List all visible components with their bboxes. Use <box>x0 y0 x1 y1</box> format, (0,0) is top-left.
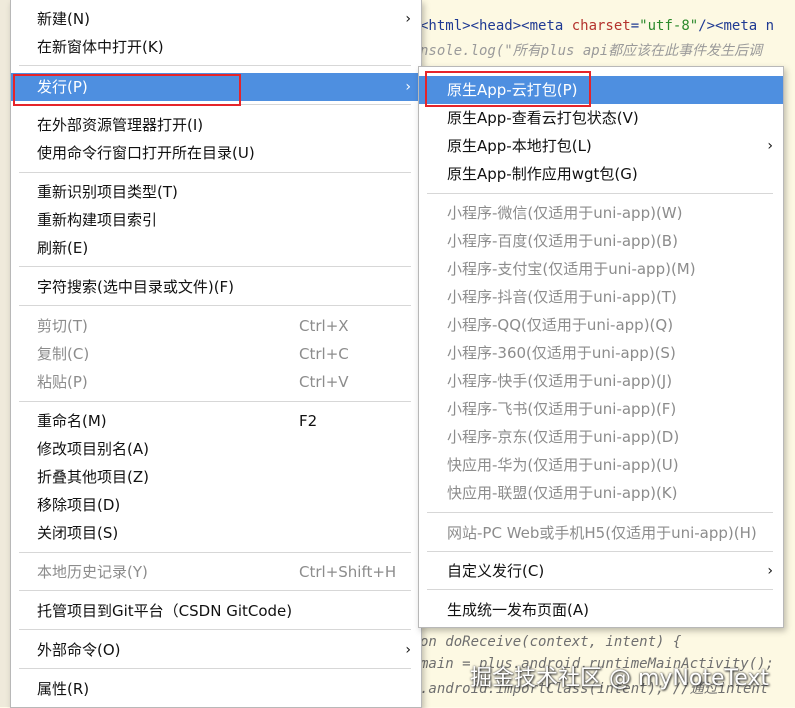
left-gutter <box>0 0 10 707</box>
menu-item-label: 粘贴(P) <box>37 373 88 391</box>
menu-item-shortcut: Ctrl+X <box>299 317 349 335</box>
code-tag: <html><head><meta <box>420 18 572 34</box>
menu-item-collapse-others[interactable]: 折叠其他项目(Z) <box>11 463 421 491</box>
submenu-item-mp-qq[interactable]: 小程序-QQ(仅适用于uni-app)(Q) <box>419 311 783 339</box>
menu-item-label: 发行(P) <box>37 78 88 96</box>
submenu-item-mp-douyin[interactable]: 小程序-抖音(仅适用于uni-app)(T) <box>419 283 783 311</box>
menu-item-new[interactable]: 新建(N) › <box>11 5 421 33</box>
menu-item-label: 自定义发行(C) <box>447 562 545 580</box>
submenu-item-custom-publish[interactable]: 自定义发行(C) › <box>419 557 783 585</box>
menu-item-reidentify-type[interactable]: 重新识别项目类型(T) <box>11 178 421 206</box>
chevron-right-icon: › <box>405 11 411 27</box>
menu-item-label: 本地历史记录(Y) <box>37 563 148 581</box>
submenu-item-web-h5[interactable]: 网站-PC Web或手机H5(仅适用于uni-app)(H) <box>419 519 783 547</box>
menu-separator <box>427 551 773 552</box>
menu-item-shortcut: F2 <box>299 412 318 430</box>
menu-item-close-project[interactable]: 关闭项目(S) <box>11 519 421 547</box>
menu-item-copy[interactable]: 复制(C) Ctrl+C <box>11 340 421 368</box>
menu-item-char-search[interactable]: 字符搜索(选中目录或文件)(F) <box>11 273 421 301</box>
menu-item-external-command[interactable]: 外部命令(O) › <box>11 636 421 664</box>
code-eq: = <box>630 18 640 34</box>
chevron-right-icon: › <box>767 563 773 579</box>
submenu-item-cloud-pack-status[interactable]: 原生App-查看云打包状态(V) <box>419 104 783 132</box>
watermark: 掘金技术社区 @ myNoteText <box>470 666 770 691</box>
submenu-item-mp-baidu[interactable]: 小程序-百度(仅适用于uni-app)(B) <box>419 227 783 255</box>
chevron-right-icon: › <box>405 79 411 95</box>
submenu-item-mp-feishu[interactable]: 小程序-飞书(仅适用于uni-app)(F) <box>419 395 783 423</box>
menu-item-rename[interactable]: 重命名(M) F2 <box>11 407 421 435</box>
publish-submenu: 原生App-云打包(P) 原生App-查看云打包状态(V) 原生App-本地打包… <box>418 66 784 628</box>
menu-separator <box>427 193 773 194</box>
submenu-item-mp-weixin[interactable]: 小程序-微信(仅适用于uni-app)(W) <box>419 199 783 227</box>
project-context-menu: 新建(N) › 在新窗体中打开(K) 发行(P) › 在外部资源管理器打开(I)… <box>10 0 422 708</box>
chevron-right-icon: › <box>767 138 773 154</box>
menu-separator <box>19 629 411 630</box>
menu-item-label: 外部命令(O) <box>37 641 121 659</box>
code-line-console: nsole.log("所有plus api都应该在此事件发生后调 <box>420 43 763 59</box>
submenu-item-unified-page[interactable]: 生成统一发布页面(A) <box>419 596 783 624</box>
menu-item-publish[interactable]: 发行(P) › <box>11 73 421 101</box>
submenu-item-local-pack[interactable]: 原生App-本地打包(L) › <box>419 132 783 160</box>
chevron-right-icon: › <box>405 642 411 658</box>
menu-item-host-git[interactable]: 托管项目到Git平台（CSDN GitCode) <box>11 597 421 625</box>
menu-item-open-new-window[interactable]: 在新窗体中打开(K) <box>11 33 421 61</box>
menu-separator <box>19 172 411 173</box>
submenu-item-cloud-pack[interactable]: 原生App-云打包(P) <box>419 76 783 104</box>
menu-item-paste[interactable]: 粘贴(P) Ctrl+V <box>11 368 421 396</box>
code-attr: charset <box>571 18 631 34</box>
menu-separator <box>19 266 411 267</box>
menu-separator <box>19 104 411 105</box>
submenu-item-wgt-pack[interactable]: 原生App-制作应用wgt包(G) <box>419 160 783 188</box>
submenu-item-mp-360[interactable]: 小程序-360(仅适用于uni-app)(S) <box>419 339 783 367</box>
menu-item-shortcut: Ctrl+V <box>299 373 349 391</box>
menu-item-shortcut: Ctrl+Shift+H <box>299 563 397 581</box>
menu-item-cut[interactable]: 剪切(T) Ctrl+X <box>11 312 421 340</box>
menu-item-label: 原生App-本地打包(L) <box>447 137 592 155</box>
submenu-item-mp-jd[interactable]: 小程序-京东(仅适用于uni-app)(D) <box>419 423 783 451</box>
menu-separator <box>19 590 411 591</box>
submenu-item-quickapp-huawei[interactable]: 快应用-华为(仅适用于uni-app)(U) <box>419 451 783 479</box>
menu-separator <box>19 401 411 402</box>
menu-item-refresh[interactable]: 刷新(E) <box>11 234 421 262</box>
menu-separator <box>427 512 773 513</box>
menu-item-label: 重命名(M) <box>37 412 107 430</box>
menu-item-open-cmd[interactable]: 使用命令行窗口打开所在目录(U) <box>11 139 421 167</box>
menu-item-label: 剪切(T) <box>37 317 88 335</box>
menu-separator <box>427 589 773 590</box>
menu-separator <box>19 65 411 66</box>
menu-separator <box>19 552 411 553</box>
menu-item-edit-alias[interactable]: 修改项目别名(A) <box>11 435 421 463</box>
menu-item-label: 新建(N) <box>37 10 90 28</box>
submenu-item-mp-alipay[interactable]: 小程序-支付宝(仅适用于uni-app)(M) <box>419 255 783 283</box>
code-line-html-head: <html><head><meta charset="utf-8"/><meta… <box>420 18 774 34</box>
menu-item-shortcut: Ctrl+C <box>299 345 349 363</box>
code-line-doreceive: on doReceive(context, intent) { <box>420 634 682 650</box>
menu-separator <box>19 668 411 669</box>
code-string: "utf-8" <box>639 18 699 34</box>
menu-separator <box>19 305 411 306</box>
submenu-item-quickapp-union[interactable]: 快应用-联盟(仅适用于uni-app)(K) <box>419 479 783 507</box>
menu-item-open-explorer[interactable]: 在外部资源管理器打开(I) <box>11 111 421 139</box>
submenu-item-mp-kuaishou[interactable]: 小程序-快手(仅适用于uni-app)(J) <box>419 367 783 395</box>
menu-item-local-history[interactable]: 本地历史记录(Y) Ctrl+Shift+H <box>11 558 421 586</box>
menu-item-remove-project[interactable]: 移除项目(D) <box>11 491 421 519</box>
menu-item-label: 复制(C) <box>37 345 90 363</box>
code-tag-tail: /><meta n <box>698 18 775 34</box>
menu-item-rebuild-index[interactable]: 重新构建项目索引 <box>11 206 421 234</box>
menu-item-properties[interactable]: 属性(R) <box>11 675 421 703</box>
